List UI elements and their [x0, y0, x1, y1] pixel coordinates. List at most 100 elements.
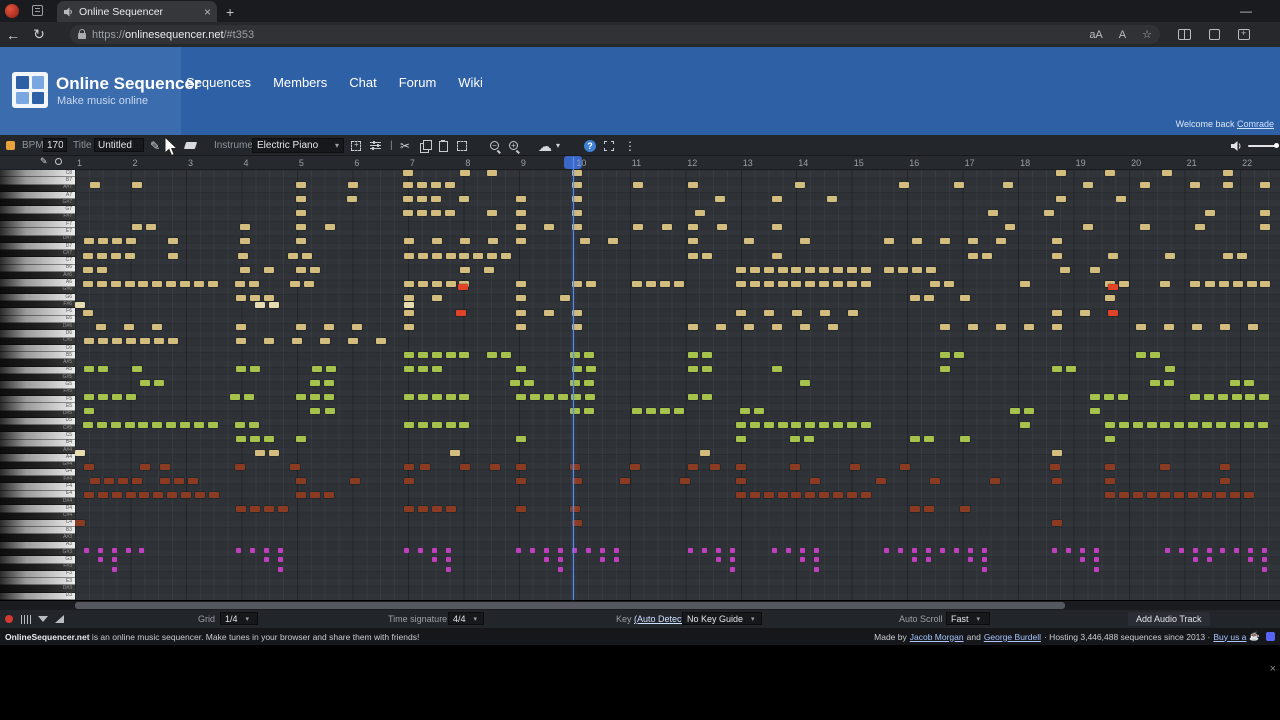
instrument-select[interactable]: Electric Piano▾ — [252, 138, 344, 153]
title-input[interactable] — [94, 138, 144, 152]
measure-number[interactable]: 18 — [1020, 158, 1030, 168]
note[interactable] — [586, 281, 596, 287]
note[interactable] — [324, 324, 334, 330]
note[interactable] — [160, 464, 170, 470]
note[interactable] — [431, 182, 441, 188]
note[interactable] — [1205, 281, 1215, 287]
note[interactable] — [456, 310, 466, 316]
note[interactable] — [166, 281, 176, 287]
note[interactable] — [1233, 281, 1243, 287]
measure-number[interactable]: 10 — [576, 158, 586, 168]
note[interactable] — [1204, 394, 1214, 400]
note[interactable] — [819, 267, 829, 273]
note[interactable] — [847, 267, 857, 273]
note[interactable] — [350, 478, 360, 484]
note[interactable] — [764, 267, 774, 273]
note[interactable] — [404, 310, 414, 316]
drum-note[interactable] — [98, 548, 103, 553]
piano-key[interactable]: D#5 — [0, 411, 75, 418]
time-signature-select[interactable]: 4/4▾ — [448, 612, 484, 625]
drum-note[interactable] — [112, 548, 117, 553]
note[interactable] — [1147, 422, 1157, 428]
note[interactable] — [688, 238, 698, 244]
note[interactable] — [688, 224, 698, 230]
note[interactable] — [847, 422, 857, 428]
note[interactable] — [804, 436, 814, 442]
note[interactable] — [805, 422, 815, 428]
note[interactable] — [1105, 478, 1115, 484]
note[interactable] — [459, 394, 469, 400]
note[interactable] — [490, 464, 500, 470]
note[interactable] — [960, 506, 970, 512]
drum-note[interactable] — [446, 557, 451, 562]
note[interactable] — [524, 380, 534, 386]
note[interactable] — [348, 338, 358, 344]
note[interactable] — [800, 238, 810, 244]
note[interactable] — [680, 478, 690, 484]
note[interactable] — [586, 366, 596, 372]
piano-key[interactable]: F4 — [0, 483, 75, 490]
note[interactable] — [1052, 324, 1062, 330]
note[interactable] — [1219, 281, 1229, 287]
piano-key[interactable]: A#3 — [0, 534, 75, 541]
note[interactable] — [98, 366, 108, 372]
note[interactable] — [84, 408, 94, 414]
piano-key[interactable]: G#3 — [0, 549, 75, 556]
drum-note[interactable] — [418, 548, 423, 553]
piano-key[interactable]: B4 — [0, 440, 75, 447]
note[interactable] — [688, 324, 698, 330]
note[interactable] — [1223, 182, 1233, 188]
note[interactable] — [324, 380, 334, 386]
note[interactable] — [75, 450, 85, 456]
note[interactable] — [98, 238, 108, 244]
note[interactable] — [660, 281, 670, 287]
measure-number[interactable]: 15 — [854, 158, 864, 168]
note[interactable] — [310, 380, 320, 386]
note[interactable] — [236, 366, 246, 372]
note[interactable] — [1083, 182, 1093, 188]
note[interactable] — [750, 281, 760, 287]
note[interactable] — [688, 253, 698, 259]
note[interactable] — [702, 352, 712, 358]
note[interactable] — [516, 436, 526, 442]
note[interactable] — [445, 182, 455, 188]
note[interactable] — [83, 267, 93, 273]
waveform-icon[interactable] — [21, 612, 31, 626]
note[interactable] — [1136, 324, 1146, 330]
cut-icon[interactable]: ✂ — [400, 138, 410, 153]
note[interactable] — [255, 302, 265, 308]
note[interactable] — [296, 224, 306, 230]
piano-key[interactable]: D#4 — [0, 498, 75, 505]
read-aloud-icon[interactable]: A — [1119, 29, 1126, 41]
note[interactable] — [112, 238, 122, 244]
note[interactable] — [139, 492, 149, 498]
note[interactable] — [296, 182, 306, 188]
note[interactable] — [404, 422, 414, 428]
note[interactable] — [296, 394, 306, 400]
note[interactable] — [404, 302, 414, 308]
note[interactable] — [1202, 422, 1212, 428]
snap-icon[interactable] — [55, 158, 62, 165]
piano-key[interactable]: G#6 — [0, 287, 75, 294]
piano-key[interactable]: F3 — [0, 571, 75, 578]
note[interactable] — [910, 436, 920, 442]
note[interactable] — [700, 450, 710, 456]
drum-note[interactable] — [968, 548, 973, 553]
note[interactable] — [126, 492, 136, 498]
piano-key[interactable]: F#4 — [0, 476, 75, 483]
note[interactable] — [1232, 394, 1242, 400]
note[interactable] — [1140, 182, 1150, 188]
note[interactable] — [417, 196, 427, 202]
drum-note[interactable] — [954, 548, 959, 553]
drum-note[interactable] — [884, 548, 889, 553]
note[interactable] — [646, 408, 656, 414]
measure-number[interactable]: 13 — [743, 158, 753, 168]
measure-number[interactable]: 3 — [188, 158, 193, 168]
note[interactable] — [1020, 281, 1030, 287]
note[interactable] — [255, 450, 265, 456]
note[interactable] — [296, 324, 306, 330]
nav-sequences[interactable]: Sequences — [186, 75, 251, 90]
note[interactable] — [1260, 281, 1270, 287]
note[interactable] — [1052, 520, 1062, 526]
note[interactable] — [1160, 281, 1170, 287]
